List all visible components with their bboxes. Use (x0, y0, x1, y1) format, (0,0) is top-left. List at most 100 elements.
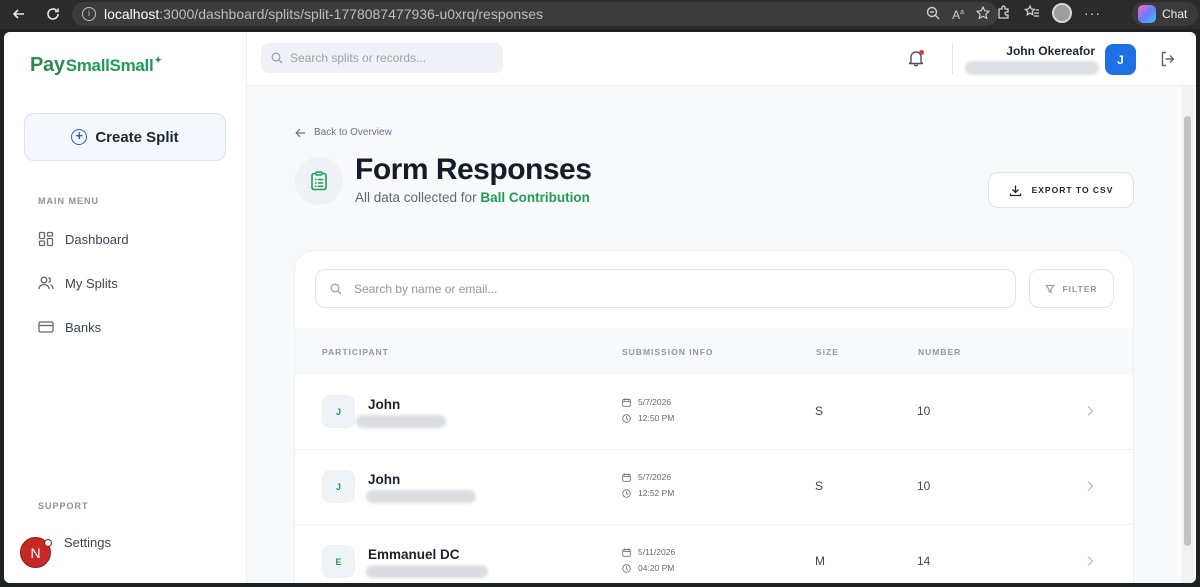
participant-email-redacted (366, 490, 476, 503)
profile-avatar[interactable] (1052, 3, 1072, 23)
number-value: 10 (917, 404, 931, 418)
sidebar-item-label: Dashboard (65, 231, 129, 247)
main-content: Back to Overview Form Responses All data… (247, 86, 1196, 583)
sidebar-item-banks[interactable]: Banks (38, 319, 101, 335)
zoom-icon[interactable] (926, 6, 940, 23)
copilot-chat-button[interactable]: Chat (1132, 2, 1198, 26)
column-header-participant: PARTICIPANT (322, 347, 389, 357)
card-icon (38, 319, 54, 335)
users-icon (38, 275, 54, 291)
filter-label: FILTER (1062, 283, 1098, 294)
number-value: 10 (917, 479, 931, 493)
logo-smallsmall: SmallSmall (65, 55, 154, 75)
sidebar-item-settings[interactable]: Settings (64, 535, 111, 550)
sidebar-item-dashboard[interactable]: Dashboard (38, 231, 129, 247)
clock-icon (622, 563, 631, 573)
column-header-number: NUMBER (918, 347, 962, 357)
search-icon (330, 283, 342, 294)
participant-name: John (368, 397, 401, 412)
reload-icon[interactable] (40, 1, 66, 27)
page-subtitle: All data collected for Ball Contribution (355, 190, 590, 205)
date-text: 5/11/2026 (638, 547, 676, 557)
brand-logo[interactable]: Pay SmallSmall ✦ (30, 54, 162, 77)
sidebar-item-label: Banks (65, 319, 102, 335)
top-header: Search splits or records... John Okereaf… (247, 32, 1196, 86)
avatar-letter: N (30, 544, 41, 561)
download-icon (1009, 185, 1021, 196)
extensions-icon[interactable] (996, 4, 1012, 23)
page-scrollbar[interactable] (1182, 86, 1194, 583)
address-bar[interactable]: i localhost:3000/dashboard/splits/split-… (72, 2, 998, 26)
submission-time: 04:20 PM (622, 563, 674, 573)
copilot-icon (1138, 5, 1156, 23)
logo-spark-icon: ✦ (154, 55, 162, 65)
participant-name: Emmanuel DC (368, 547, 460, 562)
read-aloud-icon[interactable]: Aa (952, 6, 964, 23)
subtitle-prefix: All data collected for (355, 190, 477, 205)
filter-button[interactable]: FILTER (1029, 269, 1114, 308)
clock-icon (622, 488, 631, 498)
user-avatar[interactable]: J (1105, 44, 1136, 75)
logo-pay: Pay (30, 54, 65, 76)
search-icon (271, 52, 283, 64)
submission-date: 5/7/2026 (622, 397, 671, 407)
clock-icon (622, 413, 631, 423)
info-icon[interactable]: i (82, 7, 96, 21)
table-row[interactable]: E Emmanuel DC 5/11/2026 04:20 PM M 14 (295, 525, 1133, 583)
export-csv-button[interactable]: EXPORT TO CSV (988, 172, 1134, 208)
date-text: 5/7/2026 (638, 397, 672, 407)
favorites-icon[interactable] (1024, 4, 1040, 23)
search-placeholder: Search splits or records... (290, 51, 427, 65)
app-window: Pay SmallSmall ✦ + Create Split MAIN MENU … (4, 32, 1196, 583)
table-search-placeholder: Search by name or email... (354, 281, 498, 296)
page-title: Form Responses (355, 153, 592, 186)
global-search-input[interactable]: Search splits or records... (261, 43, 503, 73)
time-text: 12:50 PM (638, 413, 675, 423)
chevron-right-icon[interactable] (1085, 479, 1095, 493)
back-label: Back to Overview (314, 127, 392, 138)
back-arrow-icon[interactable] (6, 1, 32, 27)
sidebar-item-label: My Splits (65, 275, 118, 291)
size-value: S (815, 404, 824, 418)
plus-circle-icon: + (71, 129, 88, 145)
back-to-overview-link[interactable]: Back to Overview (295, 127, 392, 138)
chevron-right-icon[interactable] (1085, 404, 1095, 418)
support-heading: SUPPORT (38, 501, 89, 511)
table-row[interactable]: J John 5/7/2026 12:52 PM S 10 (295, 450, 1133, 525)
table-header: PARTICIPANT SUBMISSION INFO SIZE NUMBER (295, 328, 1133, 375)
arrow-left-icon (295, 128, 305, 137)
dashboard-icon (38, 231, 54, 247)
participant-name: John (368, 472, 401, 487)
filter-icon (1045, 284, 1055, 293)
avatar-status-badge (44, 539, 52, 547)
url-host: localhost (104, 6, 160, 22)
submission-date: 5/7/2026 (622, 472, 671, 482)
submission-time: 12:52 PM (622, 488, 674, 498)
date-text: 5/7/2026 (638, 472, 672, 482)
participant-email-redacted (366, 565, 488, 578)
size-value: M (815, 554, 825, 568)
browser-toolbar: i localhost:3000/dashboard/splits/split-… (0, 0, 1200, 29)
account-avatar[interactable]: N (20, 537, 52, 568)
participant-avatar: E (322, 545, 355, 578)
url-path: :3000/dashboard/splits/split-17780874779… (159, 6, 543, 22)
chat-label: Chat (1162, 7, 1188, 21)
scrollbar-thumb[interactable] (1184, 116, 1191, 546)
sidebar-item-label: Settings (64, 535, 111, 550)
more-menu-icon[interactable]: ··· (1084, 5, 1101, 21)
logout-icon[interactable] (1159, 50, 1177, 68)
sidebar: Pay SmallSmall ✦ + Create Split MAIN MENU … (4, 32, 247, 583)
user-name: John Okereafor (1006, 44, 1095, 58)
user-email-redacted (965, 61, 1099, 75)
notification-dot (919, 50, 924, 55)
favorite-star-icon[interactable] (975, 5, 991, 23)
number-value: 14 (917, 554, 931, 568)
chevron-right-icon[interactable] (1085, 554, 1095, 568)
create-split-button[interactable]: + Create Split (24, 113, 226, 161)
size-value: S (815, 479, 824, 493)
submission-time: 12:50 PM (622, 413, 674, 423)
table-row[interactable]: J John 5/7/2026 12:50 PM S 10 (295, 375, 1133, 450)
sidebar-item-my-splits[interactable]: My Splits (38, 275, 118, 291)
table-search-input[interactable]: Search by name or email... (315, 269, 1016, 308)
time-text: 12:52 PM (638, 488, 675, 498)
